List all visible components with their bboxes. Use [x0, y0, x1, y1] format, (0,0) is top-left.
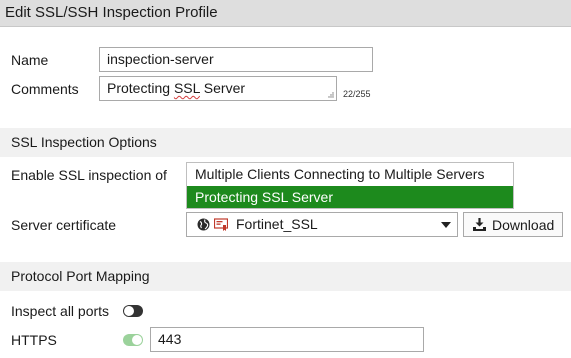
title-bar: Edit SSL/SSH Inspection Profile [0, 0, 571, 27]
server-certificate-value: Fortinet_SSL [236, 216, 318, 232]
https-label: HTTPS [11, 332, 57, 348]
comments-value-prefix: Protecting [107, 80, 174, 96]
page-title: Edit SSL/SSH Inspection Profile [5, 4, 218, 21]
comments-char-counter: 22/255 [343, 89, 371, 99]
enable-ssl-inspection-label: Enable SSL inspection of [11, 167, 167, 183]
name-input[interactable]: inspection-server [99, 47, 373, 72]
toggle-knob [124, 306, 134, 316]
inspect-all-ports-toggle[interactable] [123, 305, 143, 317]
protocol-port-section-header: Protocol Port Mapping [0, 262, 571, 291]
resize-grip-icon[interactable] [327, 91, 334, 98]
download-icon [473, 218, 486, 231]
download-button[interactable]: Download [463, 212, 563, 237]
ssl-inspection-mode-list[interactable]: Multiple Clients Connecting to Multiple … [186, 162, 514, 209]
server-certificate-label: Server certificate [11, 217, 117, 233]
https-port-value: 443 [158, 331, 182, 347]
toggle-knob [132, 335, 142, 345]
comments-value-suffix: Server [199, 80, 246, 96]
ssl-inspection-section-title: SSL Inspection Options [11, 134, 157, 150]
chevron-down-icon [441, 222, 451, 228]
name-input-value: inspection-server [107, 51, 214, 67]
comments-label: Comments [11, 81, 79, 97]
protocol-port-section-title: Protocol Port Mapping [11, 268, 150, 284]
https-toggle[interactable] [123, 334, 143, 346]
name-label: Name [11, 52, 49, 68]
certificate-icon [214, 218, 228, 231]
comments-spellcheck-word: SSL [173, 80, 200, 96]
ssl-inspection-section-header: SSL Inspection Options [0, 128, 571, 157]
option-protecting-ssl-server[interactable]: Protecting SSL Server [187, 186, 513, 208]
inspect-all-ports-label: Inspect all ports [11, 303, 110, 319]
comments-textarea[interactable]: Protecting SSL Server [99, 76, 337, 101]
download-button-label: Download [492, 217, 555, 233]
https-port-input[interactable]: 443 [150, 327, 424, 352]
option-multiple-clients[interactable]: Multiple Clients Connecting to Multiple … [187, 163, 513, 185]
globe-icon [197, 218, 210, 231]
server-certificate-select[interactable]: Fortinet_SSL [186, 212, 458, 237]
